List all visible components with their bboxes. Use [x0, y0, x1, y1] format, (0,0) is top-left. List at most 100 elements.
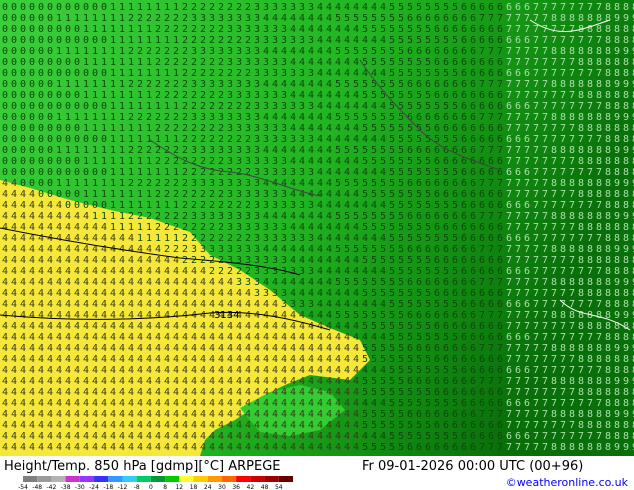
temperature-value: 8: [560, 442, 566, 453]
temperature-value: 4: [254, 387, 260, 398]
temperature-value: 5: [371, 244, 377, 255]
temperature-value: 7: [560, 123, 566, 134]
temperature-value: 3: [209, 244, 215, 255]
temperature-value: 1: [110, 167, 116, 178]
temperature-value: 6: [470, 288, 476, 299]
temperature-value: 5: [353, 211, 359, 222]
temperature-value: 1: [119, 156, 125, 167]
temperature-value: 4: [146, 365, 152, 376]
temperature-value: 8: [578, 123, 584, 134]
temperature-value: 7: [569, 57, 575, 68]
temperature-value: 7: [506, 79, 512, 90]
temperature-value: 4: [110, 233, 116, 244]
temperature-value: 4: [74, 431, 80, 442]
temperature-value: 7: [533, 222, 539, 233]
temperature-value: 7: [533, 431, 539, 442]
temperature-value: 7: [569, 365, 575, 376]
temperature-value: 8: [605, 277, 611, 288]
temperature-value: 7: [560, 387, 566, 398]
temperature-value: 1: [110, 123, 116, 134]
temperature-value: 6: [452, 57, 458, 68]
temperature-value: 8: [596, 178, 602, 189]
temperature-value: 7: [542, 365, 548, 376]
temperature-value: 6: [488, 398, 494, 409]
temperature-value: 7: [479, 310, 485, 321]
temperature-value: 4: [83, 431, 89, 442]
temperature-value: 8: [605, 134, 611, 145]
temperature-value: 7: [551, 167, 557, 178]
temperature-value: 4: [299, 211, 305, 222]
temperature-value: 6: [443, 189, 449, 200]
temperature-value: 4: [209, 321, 215, 332]
temperature-value: 8: [614, 398, 620, 409]
temperature-value: 2: [155, 156, 161, 167]
temperature-value: 4: [155, 299, 161, 310]
colorbar-swatch: [278, 476, 293, 482]
credit-link[interactable]: ©weatheronline.co.uk: [506, 476, 628, 489]
temperature-value: 4: [281, 112, 287, 123]
temperature-value: 4: [92, 277, 98, 288]
temperature-value: 0: [83, 134, 89, 145]
temperature-value: 1: [164, 2, 170, 13]
temperature-value: 4: [326, 79, 332, 90]
temperature-value: 4: [47, 244, 53, 255]
temperature-value: 1: [146, 222, 152, 233]
temperature-value: 8: [587, 354, 593, 365]
temperature-value: 8: [551, 277, 557, 288]
temperature-value: 4: [47, 277, 53, 288]
colorbar-tick-label: 30: [218, 484, 226, 490]
temperature-value: 4: [65, 398, 71, 409]
temperature-value: 4: [56, 431, 62, 442]
temperature-value: 8: [614, 365, 620, 376]
temperature-value: 3: [299, 68, 305, 79]
temperature-value: 4: [29, 354, 35, 365]
temperature-value: 4: [290, 79, 296, 90]
temperature-value: 2: [128, 13, 134, 24]
temperature-value: 4: [290, 222, 296, 233]
temperature-value: 6: [461, 189, 467, 200]
temperature-value: 1: [101, 90, 107, 101]
temperature-value: 2: [173, 222, 179, 233]
temperature-value: 4: [353, 343, 359, 354]
temperature-value: 8: [551, 145, 557, 156]
temperature-value: 3: [272, 134, 278, 145]
temperature-value: 4: [371, 398, 377, 409]
temperature-value: 4: [335, 90, 341, 101]
temperature-value: 4: [83, 277, 89, 288]
temperature-value: 4: [47, 431, 53, 442]
temperature-value: 4: [2, 255, 8, 266]
temperature-value: 4: [164, 398, 170, 409]
temperature-value: 4: [362, 398, 368, 409]
temperature-value: 4: [2, 178, 8, 189]
temperature-value: 3: [254, 277, 260, 288]
temperature-value: 5: [434, 35, 440, 46]
temperature-value: 4: [38, 200, 44, 211]
temperature-value: 5: [344, 13, 350, 24]
temperature-value: 4: [119, 398, 125, 409]
temperature-value: 4: [20, 288, 26, 299]
temperature-value: 4: [56, 354, 62, 365]
temperature-value: 1: [146, 233, 152, 244]
temperature-value: 4: [2, 365, 8, 376]
temperature-value: 8: [560, 310, 566, 321]
temperature-value: 4: [146, 266, 152, 277]
temperature-value: 2: [182, 35, 188, 46]
temperature-value: 4: [317, 233, 323, 244]
temperature-value: 7: [506, 57, 512, 68]
temperature-value: 4: [236, 332, 242, 343]
temperature-value: 4: [137, 365, 143, 376]
temperature-value: 4: [317, 189, 323, 200]
temperature-value: 6: [488, 321, 494, 332]
temperature-value: 4: [299, 387, 305, 398]
temperature-value: 7: [524, 178, 530, 189]
temperature-value: 4: [74, 222, 80, 233]
temperature-value: 7: [515, 13, 521, 24]
temperature-value: 4: [326, 354, 332, 365]
temperature-value: 2: [182, 68, 188, 79]
temperature-value: 2: [209, 123, 215, 134]
temperature-value: 5: [398, 123, 404, 134]
temperature-value: 2: [137, 178, 143, 189]
temperature-value: 5: [416, 420, 422, 431]
temperature-value: 4: [65, 277, 71, 288]
temperature-value: 7: [587, 35, 593, 46]
